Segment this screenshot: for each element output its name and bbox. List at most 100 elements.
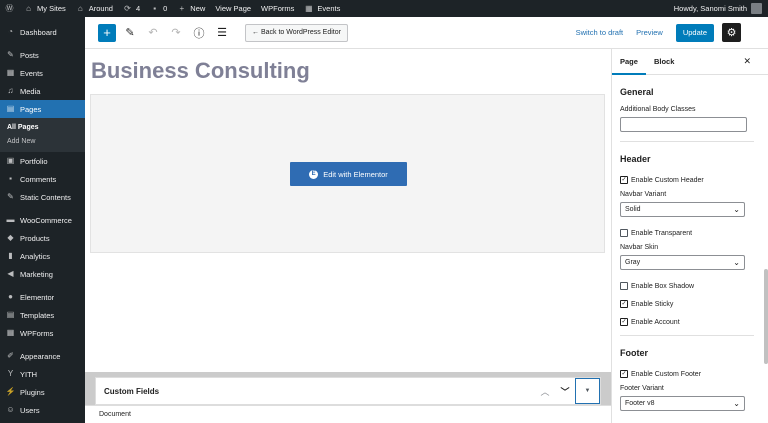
admin-sidebar: ◔ Dashboard ✎ Posts ▦ Events ♫ Media ▤ Pages … [0,17,85,423]
checkmark-icon: ✓ [620,300,628,308]
wpforms-link[interactable]: WPForms [256,0,299,17]
plus-icon: + [103,25,111,40]
sidebar-item-yith[interactable]: Y YITH [0,365,85,383]
footer-variant-select[interactable]: Footer v8 ⌄ [620,396,745,411]
wp-logo-button[interactable]: Ⓦ [0,0,19,17]
account-menu[interactable]: Howdy, Sanomi Smith [674,3,768,14]
pin-icon: ✎ [7,50,14,59]
pages-icon: ▤ [6,104,15,113]
elementor-icon: ● [8,292,13,301]
elementor-icon: E [309,169,319,179]
portfolio-icon: ▣ [6,156,15,165]
sidebar-item-static-contents[interactable]: ✎ Static Contents [0,188,85,206]
close-icon[interactable]: ✕ [743,56,751,67]
enable-custom-header-checkbox[interactable]: ✓ Enable Custom Header [620,173,760,187]
caret-down-icon: ▼ [584,388,591,394]
plus-icon: + [179,3,185,13]
tab-page[interactable]: Page [612,49,646,75]
update-button[interactable]: Update [675,23,714,42]
tools-button[interactable]: ✎ [121,24,139,42]
details-button[interactable]: ⓘ [190,24,208,42]
redo-icon: ↷ [171,27,181,39]
enable-box-shadow-checkbox[interactable]: Enable Box Shadow [620,279,760,293]
comments-link[interactable]: ▪ 0 [145,0,172,17]
body-classes-label: Additional Body Classes [620,106,696,113]
tab-block[interactable]: Block [646,49,682,75]
comment-icon: ▪ [9,174,12,183]
navbar-variant-label: Navbar Variant [620,191,667,198]
enable-account-checkbox[interactable]: ✓ Enable Account [620,315,760,329]
chevron-down-icon: ⌄ [733,258,740,267]
custom-fields-title[interactable]: Custom Fields [104,387,159,396]
header-section: Header ✓ Enable Custom Header Navbar Vari… [612,142,768,329]
sidebar-item-comments[interactable]: ▪ Comments [0,170,85,188]
site-name-label: Around [88,4,113,13]
gear-icon: ⚙ [726,27,737,39]
submenu-all-pages[interactable]: All Pages [0,120,85,134]
add-block-button[interactable]: + [98,23,116,42]
sidebar-item-analytics[interactable]: ▮ Analytics [0,247,85,265]
sidebar-item-marketing[interactable]: ◀ Marketing [0,265,85,283]
comment-icon: ▪ [153,3,157,13]
sidebar-item-portfolio[interactable]: ▣ Portfolio [0,152,85,170]
checkmark-icon: ✓ [620,176,628,184]
switch-to-draft-button[interactable]: Switch to draft [576,28,624,37]
updates-link[interactable]: ⟳ 4 [118,0,145,17]
my-sites-link[interactable]: ⌂ My Sites [19,0,71,17]
meta-boxes-area: Custom Fields ︿ ﹀ ▼ Document [85,372,611,423]
sidebar-item-templates[interactable]: ▤ Templates [0,306,85,324]
view-page-link[interactable]: View Page [210,0,256,17]
sidebar-item-label: Pages [20,104,42,114]
submenu-add-new[interactable]: Add New [0,134,85,148]
undo-button[interactable]: ↶ [144,24,162,42]
analytics-icon: ▮ [8,251,13,260]
sidebar-item-label: Users [20,405,40,415]
redo-button[interactable]: ↷ [167,24,185,42]
chevron-up-icon[interactable]: ︿ [535,385,555,398]
chevron-down-icon[interactable]: ﹀ [555,385,575,398]
checkbox-label: Enable Custom Header [631,176,704,184]
sidebar-item-dashboard[interactable]: ◔ Dashboard [0,23,85,41]
header-title: Header [620,154,651,164]
chevron-down-icon: ⌄ [733,399,740,408]
general-title: General [620,87,654,97]
list-view-button[interactable]: ☰ [213,24,231,42]
sidebar-item-posts[interactable]: ✎ Posts [0,46,85,64]
undo-icon: ↶ [148,27,158,39]
sidebar-item-appearance[interactable]: ✐ Appearance [0,347,85,365]
back-to-editor-button[interactable]: ← Back to WordPress Editor [245,23,348,42]
settings-button[interactable]: ⚙ [722,23,741,42]
sidebar-item-plugins[interactable]: ⚡ Plugins [0,383,85,401]
body-classes-input[interactable] [620,117,747,132]
greeting-text: Howdy, Sanomi Smith [673,4,747,13]
sidebar-item-elementor[interactable]: ● Elementor [0,288,85,306]
sidebar-item-label: Events [20,68,43,78]
checkbox-label: Enable Custom Footer [631,370,702,378]
toggle-panel-button[interactable]: ▼ [575,378,600,404]
site-name-link[interactable]: ⌂ Around [71,0,118,17]
sidebar-item-pages[interactable]: ▤ Pages [0,100,85,118]
events-link[interactable]: ▦ Events [299,0,345,17]
enable-custom-footer-checkbox[interactable]: ✓ Enable Custom Footer [620,367,760,381]
sidebar-item-wpforms[interactable]: ▦ WPForms [0,324,85,342]
edit-with-elementor-button[interactable]: E Edit with Elementor [290,162,407,186]
sidebar-item-label: Static Contents [20,192,71,202]
new-content-link[interactable]: + New [172,0,210,17]
checkbox-label: Enable Box Shadow [631,282,695,290]
editor-footer: Document [85,405,611,423]
preview-button[interactable]: Preview [636,28,663,37]
scrollbar[interactable] [764,269,768,364]
enable-transparent-checkbox[interactable]: Enable Transparent [620,226,760,240]
navbar-variant-select[interactable]: Solid ⌄ [620,202,745,217]
sidebar-item-events[interactable]: ▦ Events [0,64,85,82]
sidebar-item-label: Media [20,86,41,96]
sidebar-item-woocommerce[interactable]: ▬ WooCommerce [0,211,85,229]
breadcrumb-document[interactable]: Document [99,411,131,418]
sidebar-item-products[interactable]: ◆ Products [0,229,85,247]
enable-sticky-checkbox[interactable]: ✓ Enable Sticky [620,297,760,311]
sidebar-item-users[interactable]: ☺ Users [0,401,85,419]
navbar-skin-select[interactable]: Gray ⌄ [620,255,745,270]
pin-icon: ✎ [7,192,14,201]
sidebar-item-media[interactable]: ♫ Media [0,82,85,100]
page-title[interactable]: Business Consulting [91,58,310,84]
